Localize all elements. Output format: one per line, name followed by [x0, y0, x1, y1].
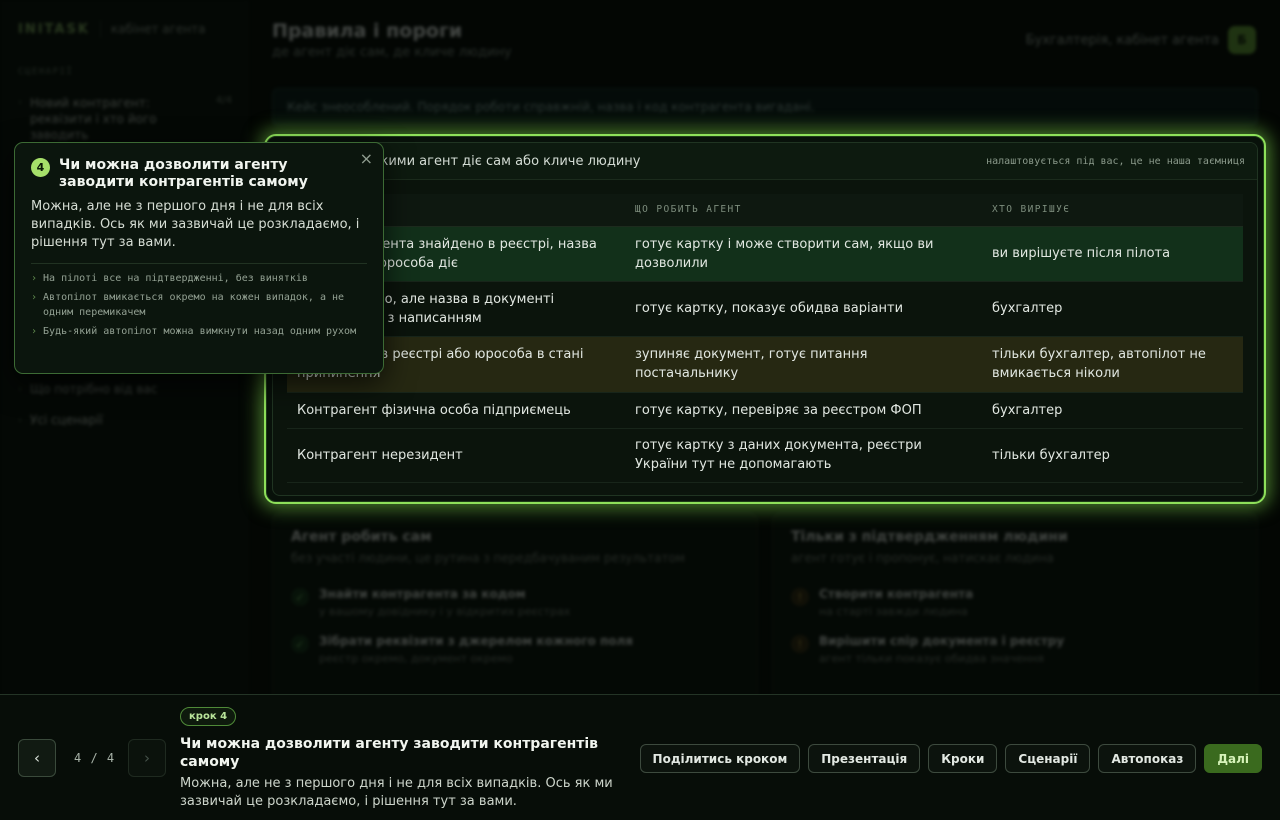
close-icon[interactable]: × [360, 149, 373, 168]
step-popover: 4 Чи можна дозволити агенту заводити кон… [14, 142, 384, 374]
step-title: Чи можна дозволити агенту заводити контр… [180, 736, 599, 770]
cell-decider: ви вирішуєте після пілота [982, 226, 1243, 282]
step-pager: 4 / 4 [74, 751, 116, 765]
step-chip: крок 4 [180, 707, 237, 726]
table-row: Контрагент фізична особа підприємець гот… [287, 392, 1243, 429]
cell-decider: тільки бухгалтер, автопілот не вмикаєтьс… [982, 336, 1243, 393]
chevron-right-icon: › [31, 273, 38, 284]
table-header-row: СИТУАЦІЯ ЩО РОБИТЬ АГЕНТ ХТО ВИРІШУЄ [287, 194, 1243, 227]
popover-bullet-text: На пілоті все на підтвердженні, без виня… [43, 273, 308, 284]
popover-bullet: › На пілоті все на підтвердженні, без ви… [31, 271, 367, 286]
cell-decider: бухгалтер [982, 392, 1243, 429]
previous-step-button[interactable]: ‹ [18, 739, 56, 777]
autoplay-button[interactable]: Автопоказ [1098, 744, 1197, 773]
popover-header: 4 Чи можна дозволити агенту заводити кон… [31, 157, 367, 191]
tour-bottom-bar: ‹ 4 / 4 › крок 4 Чи можна дозволити аген… [0, 694, 1280, 820]
table-row: Код контрагента знайдено в реєстрі, назв… [287, 226, 1243, 282]
rules-panel: Правила, за якими агент діє сам або клич… [272, 142, 1258, 496]
step-number-badge: 4 [31, 158, 50, 177]
scenarios-button[interactable]: Сценарії [1005, 744, 1091, 773]
cell-situation: Контрагент фізична особа підприємець [287, 392, 625, 429]
cell-agent-action: готує картку, показує обидва варіанти [625, 281, 982, 337]
rules-panel-note: налаштовується під вас, це не наша таємн… [986, 155, 1245, 167]
rules-panel-header: Правила, за якими агент діє сам або клич… [273, 143, 1257, 180]
highlighted-rules-panel: Правила, за якими агент діє сам або клич… [264, 134, 1266, 504]
tour-actions: Поділитись кроком Презентація Кроки Сцен… [639, 744, 1262, 773]
column-header-agent-action: ЩО РОБИТЬ АГЕНТ [625, 194, 982, 227]
steps-button[interactable]: Кроки [928, 744, 998, 773]
popover-divider [31, 263, 367, 264]
share-step-button[interactable]: Поділитись кроком [639, 744, 801, 773]
table-row: Коду немає в реєстрі або юрособа в стані… [287, 336, 1243, 393]
cell-situation: Контрагент нерезидент [287, 428, 625, 483]
popover-bullet-text: Автопілот вмикається окремо на кожен вип… [43, 292, 345, 318]
cell-decider: тільки бухгалтер [982, 428, 1243, 483]
popover-bullet-text: Будь-який автопілот можна вимкнути назад… [43, 326, 357, 337]
cell-agent-action: зупиняє документ, готує питання постачал… [625, 336, 982, 393]
popover-bullet: › Будь-який автопілот можна вимкнути наз… [31, 324, 367, 339]
cell-agent-action: готує картку, перевіряє за реєстром ФОП [625, 392, 982, 429]
chevron-left-icon: ‹ [34, 749, 40, 767]
chevron-right-icon: › [144, 749, 150, 767]
cell-agent-action: готує картку з даних документа, реєстри … [625, 428, 982, 483]
next-button[interactable]: Далі [1204, 744, 1262, 773]
popover-body: Можна, але не з першого дня і не для всі… [31, 199, 360, 250]
rules-table: СИТУАЦІЯ ЩО РОБИТЬ АГЕНТ ХТО ВИРІШУЄ Код… [287, 194, 1243, 483]
column-header-decider: ХТО ВИРІШУЄ [982, 194, 1243, 227]
next-step-arrow-button[interactable]: › [128, 739, 166, 777]
table-row: Контрагент нерезидент готує картку з дан… [287, 428, 1243, 483]
popover-bullet: › Автопілот вмикається окремо на кожен в… [31, 290, 367, 320]
cell-agent-action: готує картку і може створити сам, якщо в… [625, 226, 982, 282]
step-description: Можна, але не з першого дня і не для всі… [180, 776, 613, 809]
popover-title: Чи можна дозволити агенту заводити контр… [59, 157, 308, 190]
chevron-right-icon: › [31, 326, 38, 337]
table-row: Код знайдено, але назва в документі розх… [287, 281, 1243, 337]
chevron-right-icon: › [31, 292, 38, 303]
presentation-button[interactable]: Презентація [808, 744, 921, 773]
cell-decider: бухгалтер [982, 281, 1243, 337]
